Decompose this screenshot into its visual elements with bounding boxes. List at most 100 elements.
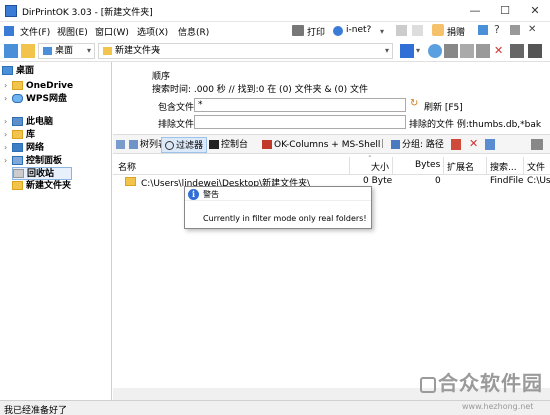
tree-item-wps[interactable]: › WPS网盘 (4, 92, 116, 105)
cell-search: FindFile (490, 176, 524, 186)
maximize-button[interactable]: ☐ (490, 0, 520, 22)
list-icon[interactable] (412, 25, 423, 36)
chevron-down-icon: ▾ (86, 46, 91, 55)
column-separator[interactable] (392, 157, 393, 175)
include-label: 包含文件 (158, 103, 195, 113)
menu-close-icon[interactable]: ✕ (528, 24, 536, 35)
print-preview-icon[interactable] (460, 44, 474, 58)
tree-item-label: 网络 (26, 143, 45, 153)
tab-console[interactable]: 控制台 (206, 137, 251, 153)
tree-item-computer[interactable]: › 此电脑 (4, 115, 116, 128)
chevron-right-icon[interactable]: › (4, 92, 12, 105)
chevron-right-icon[interactable]: › (4, 154, 12, 167)
list-view-icon[interactable] (510, 44, 524, 58)
tree-item-onedrive[interactable]: › OneDrive (4, 79, 116, 92)
chevron-right-icon[interactable]: › (4, 115, 12, 128)
refresh-button[interactable]: 刷新 [F5] (424, 100, 463, 113)
info-icon: i (188, 189, 199, 200)
inet-button[interactable]: i-net? (346, 25, 371, 35)
monitor-icon[interactable] (400, 44, 414, 58)
refresh-icon[interactable]: ↻ (410, 98, 421, 109)
chevron-right-icon[interactable]: › (4, 79, 12, 92)
minimize-button[interactable]: — (460, 0, 490, 22)
dropdown-arrow-icon[interactable]: ▾ (380, 27, 384, 36)
watermark-icon (420, 376, 436, 393)
settings-icon[interactable] (396, 25, 407, 36)
column-header-ext[interactable]: 扩展名 (447, 160, 474, 173)
exclude-field[interactable] (194, 115, 406, 129)
tree-item-recycle-bin[interactable]: 回收站 (12, 167, 72, 180)
tab-filter[interactable]: 过滤器 (161, 137, 208, 153)
donate-icon (432, 24, 444, 36)
console-icon (209, 140, 219, 149)
recycle-bin-icon (13, 169, 24, 178)
panel-toggle-icon[interactable] (4, 44, 18, 58)
tab-columns[interactable]: OK-Columns + MS-Shell (259, 137, 383, 153)
tree-item-network[interactable]: › 网络 (4, 141, 116, 154)
menu-app-icon (4, 26, 14, 36)
folder-tree: 桌面 › OneDrive › WPS网盘 › 此电脑 › 库 › 网络 › 控制面板 回收… (0, 62, 112, 400)
cell-file: C:\Us (527, 176, 550, 186)
tab-label: 过滤器 (176, 141, 204, 151)
clear-icon[interactable]: ✕ (469, 137, 478, 150)
tree-item-library[interactable]: › 库 (4, 128, 116, 141)
folder-up-icon[interactable] (21, 44, 35, 58)
menu-view[interactable]: 视图(E) (57, 25, 88, 38)
print-button[interactable]: 打印 (307, 25, 325, 38)
tab-label: OK-Columns + MS-Shell (274, 140, 381, 150)
copy-icon[interactable] (476, 44, 490, 58)
details-view-icon[interactable] (528, 44, 542, 58)
tab-bar: 树列表 过滤器 控制台 OK-Columns + MS-Shell | 分组: … (113, 134, 550, 154)
column-header-search[interactable]: 搜索... (490, 160, 517, 173)
folder-icon (12, 130, 23, 139)
menu-options[interactable]: 选项(X) (137, 25, 168, 38)
dialog-title: 警告 (203, 190, 219, 199)
tree-item-control-panel[interactable]: › 控制面板 (4, 154, 116, 167)
column-separator[interactable] (523, 157, 524, 175)
export-icon[interactable] (451, 139, 461, 150)
globe-icon[interactable] (428, 44, 442, 58)
column-header-size[interactable]: 大小 (371, 160, 389, 173)
column-header-bytes[interactable]: Bytes (415, 160, 440, 170)
computer-icon (12, 117, 23, 126)
include-field[interactable]: * (194, 98, 406, 112)
folder-icon (125, 177, 136, 186)
chevron-right-icon[interactable]: › (4, 141, 12, 154)
chevron-down-icon[interactable]: ▾ (416, 46, 420, 55)
window-icon[interactable] (478, 25, 488, 35)
tab-group[interactable]: 分组: 路径 (388, 137, 447, 153)
location-combo-value: 桌面 (55, 46, 74, 56)
grid-icon[interactable] (444, 44, 458, 58)
menu-info[interactable]: 信息(R) (178, 25, 209, 38)
donate-button[interactable]: 捐赠 (447, 25, 465, 38)
shield-icon[interactable] (485, 139, 495, 150)
menu-file[interactable]: 文件(F) (20, 25, 50, 38)
chevron-down-icon: ▾ (156, 46, 161, 55)
panel-icon[interactable] (116, 140, 125, 149)
folder-combo[interactable]: 新建文件夹 ▾ ▾ (98, 43, 393, 59)
help-icon[interactable]: ? (494, 23, 500, 36)
tree-item-new-folder[interactable]: 新建文件夹 (12, 180, 124, 193)
watermark-logo: 合众软件园 (420, 367, 543, 396)
menu-bar: 文件(F) 视图(E) 窗口(W) 选项(X) 信息(R) 打印 i-net? … (0, 22, 550, 40)
folder-icon (12, 181, 23, 190)
column-header-file[interactable]: 文件 (527, 160, 545, 173)
tree-item-desktop[interactable]: 桌面 (2, 65, 114, 78)
delete-icon[interactable]: ✕ (494, 44, 503, 57)
column-separator[interactable] (349, 157, 350, 175)
tree-item-label: OneDrive (26, 81, 74, 91)
column-separator[interactable] (443, 157, 444, 175)
chevron-right-icon[interactable]: › (4, 128, 12, 141)
close-button[interactable]: ✕ (520, 0, 550, 22)
app-icon (5, 5, 17, 17)
warning-dialog: i 警告 Currently in filter mode only real … (184, 186, 372, 229)
layout-icon[interactable] (510, 25, 520, 35)
column-separator[interactable] (486, 157, 487, 175)
cell-size: 0 Byte (363, 176, 393, 186)
sort-icon[interactable] (531, 139, 543, 150)
location-combo[interactable]: 桌面 ▾ (38, 43, 95, 59)
menu-window[interactable]: 窗口(W) (95, 25, 129, 38)
column-header-name[interactable]: 名称 (118, 160, 136, 173)
watermark-text: 合众软件园 (438, 371, 543, 395)
tree-item-label: 新建文件夹 (26, 181, 72, 191)
